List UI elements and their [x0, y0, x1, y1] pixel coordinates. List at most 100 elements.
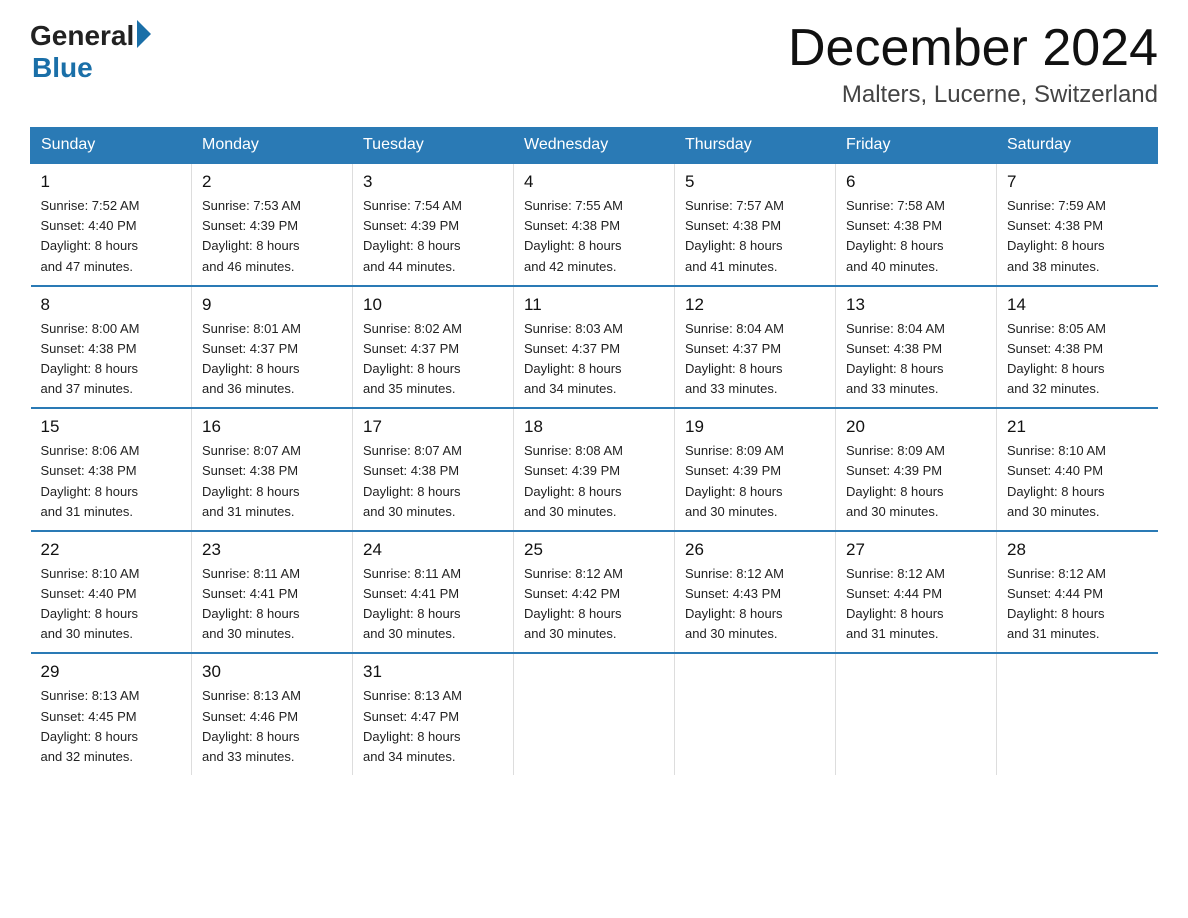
cell-w4-d2: 23 Sunrise: 8:11 AMSunset: 4:41 PMDayligh…: [192, 531, 353, 654]
cell-w2-d2: 9 Sunrise: 8:01 AMSunset: 4:37 PMDaylight…: [192, 286, 353, 409]
cell-w5-d7: [997, 653, 1158, 775]
calendar-table: SundayMondayTuesdayWednesdayThursdayFrid…: [30, 127, 1158, 775]
cell-w2-d4: 11 Sunrise: 8:03 AMSunset: 4:37 PMDayligh…: [514, 286, 675, 409]
header-saturday: Saturday: [997, 128, 1158, 164]
day-number: 30: [202, 662, 342, 682]
day-number: 28: [1007, 540, 1148, 560]
cell-w3-d7: 21 Sunrise: 8:10 AMSunset: 4:40 PMDayligh…: [997, 408, 1158, 531]
cell-w3-d2: 16Sunrise: 8:07 AMSunset: 4:38 PMDayligh…: [192, 408, 353, 531]
day-info: Sunrise: 8:11 AMSunset: 4:41 PMDaylight:…: [202, 564, 342, 645]
day-info: Sunrise: 8:10 AMSunset: 4:40 PMDaylight:…: [41, 564, 182, 645]
day-number: 11: [524, 295, 664, 315]
week-row-4: 22 Sunrise: 8:10 AMSunset: 4:40 PMDayligh…: [31, 531, 1158, 654]
location-title: Malters, Lucerne, Switzerland: [788, 81, 1158, 109]
cell-w4-d6: 27Sunrise: 8:12 AMSunset: 4:44 PMDayligh…: [836, 531, 997, 654]
day-info: Sunrise: 7:57 AMSunset: 4:38 PMDaylight:…: [685, 196, 825, 277]
logo: General Blue: [30, 20, 151, 84]
day-number: 8: [41, 295, 182, 315]
day-number: 19: [685, 417, 825, 437]
title-block: December 2024 Malters, Lucerne, Switzerl…: [788, 20, 1158, 109]
month-title: December 2024: [788, 20, 1158, 77]
day-number: 27: [846, 540, 986, 560]
cell-w2-d7: 14 Sunrise: 8:05 AMSunset: 4:38 PMDayligh…: [997, 286, 1158, 409]
day-info: Sunrise: 8:01 AMSunset: 4:37 PMDaylight:…: [202, 319, 342, 400]
cell-w1-d2: 2 Sunrise: 7:53 AMSunset: 4:39 PMDaylight…: [192, 163, 353, 286]
cell-w1-d3: 3 Sunrise: 7:54 AMSunset: 4:39 PMDaylight…: [353, 163, 514, 286]
day-number: 2: [202, 172, 342, 192]
cell-w2-d3: 10Sunrise: 8:02 AMSunset: 4:37 PMDayligh…: [353, 286, 514, 409]
header-sunday: Sunday: [31, 128, 192, 164]
cell-w5-d6: [836, 653, 997, 775]
cell-w3-d3: 17Sunrise: 8:07 AMSunset: 4:38 PMDayligh…: [353, 408, 514, 531]
day-number: 18: [524, 417, 664, 437]
day-info: Sunrise: 8:09 AMSunset: 4:39 PMDaylight:…: [685, 441, 825, 522]
day-number: 12: [685, 295, 825, 315]
cell-w5-d1: 29Sunrise: 8:13 AMSunset: 4:45 PMDayligh…: [31, 653, 192, 775]
day-number: 9: [202, 295, 342, 315]
header-tuesday: Tuesday: [353, 128, 514, 164]
cell-w5-d2: 30 Sunrise: 8:13 AMSunset: 4:46 PMDayligh…: [192, 653, 353, 775]
day-info: Sunrise: 8:12 AMSunset: 4:42 PMDaylight:…: [524, 564, 664, 645]
calendar-header-row: SundayMondayTuesdayWednesdayThursdayFrid…: [31, 128, 1158, 164]
logo-blue-text: Blue: [32, 52, 93, 84]
day-info: Sunrise: 8:03 AMSunset: 4:37 PMDaylight:…: [524, 319, 664, 400]
day-number: 4: [524, 172, 664, 192]
day-number: 6: [846, 172, 986, 192]
cell-w3-d1: 15Sunrise: 8:06 AMSunset: 4:38 PMDayligh…: [31, 408, 192, 531]
logo-general-text: General: [30, 20, 134, 52]
cell-w1-d1: 1 Sunrise: 7:52 AMSunset: 4:40 PMDaylight…: [31, 163, 192, 286]
day-info: Sunrise: 7:58 AMSunset: 4:38 PMDaylight:…: [846, 196, 986, 277]
day-info: Sunrise: 7:59 AMSunset: 4:38 PMDaylight:…: [1007, 196, 1148, 277]
week-row-5: 29Sunrise: 8:13 AMSunset: 4:45 PMDayligh…: [31, 653, 1158, 775]
day-info: Sunrise: 7:55 AMSunset: 4:38 PMDaylight:…: [524, 196, 664, 277]
day-info: Sunrise: 8:10 AMSunset: 4:40 PMDaylight:…: [1007, 441, 1148, 522]
day-info: Sunrise: 8:09 AMSunset: 4:39 PMDaylight:…: [846, 441, 986, 522]
day-number: 14: [1007, 295, 1148, 315]
day-number: 29: [41, 662, 182, 682]
day-number: 10: [363, 295, 503, 315]
day-number: 25: [524, 540, 664, 560]
day-number: 22: [41, 540, 182, 560]
day-info: Sunrise: 8:08 AMSunset: 4:39 PMDaylight:…: [524, 441, 664, 522]
day-number: 15: [41, 417, 182, 437]
day-number: 1: [41, 172, 182, 192]
day-info: Sunrise: 7:53 AMSunset: 4:39 PMDaylight:…: [202, 196, 342, 277]
cell-w3-d6: 20 Sunrise: 8:09 AMSunset: 4:39 PMDayligh…: [836, 408, 997, 531]
day-number: 13: [846, 295, 986, 315]
cell-w4-d7: 28 Sunrise: 8:12 AMSunset: 4:44 PMDayligh…: [997, 531, 1158, 654]
day-number: 5: [685, 172, 825, 192]
header-monday: Monday: [192, 128, 353, 164]
cell-w5-d5: [675, 653, 836, 775]
day-info: Sunrise: 8:13 AMSunset: 4:46 PMDaylight:…: [202, 686, 342, 767]
day-info: Sunrise: 8:13 AMSunset: 4:47 PMDaylight:…: [363, 686, 503, 767]
day-number: 7: [1007, 172, 1148, 192]
day-number: 20: [846, 417, 986, 437]
day-info: Sunrise: 8:04 AMSunset: 4:38 PMDaylight:…: [846, 319, 986, 400]
cell-w2-d5: 12Sunrise: 8:04 AMSunset: 4:37 PMDayligh…: [675, 286, 836, 409]
day-number: 26: [685, 540, 825, 560]
cell-w4-d4: 25 Sunrise: 8:12 AMSunset: 4:42 PMDayligh…: [514, 531, 675, 654]
day-number: 3: [363, 172, 503, 192]
cell-w4-d5: 26 Sunrise: 8:12 AMSunset: 4:43 PMDayligh…: [675, 531, 836, 654]
day-number: 21: [1007, 417, 1148, 437]
header-thursday: Thursday: [675, 128, 836, 164]
day-number: 31: [363, 662, 503, 682]
header-wednesday: Wednesday: [514, 128, 675, 164]
day-info: Sunrise: 8:12 AMSunset: 4:44 PMDaylight:…: [1007, 564, 1148, 645]
day-info: Sunrise: 8:12 AMSunset: 4:43 PMDaylight:…: [685, 564, 825, 645]
day-info: Sunrise: 8:05 AMSunset: 4:38 PMDaylight:…: [1007, 319, 1148, 400]
day-info: Sunrise: 7:52 AMSunset: 4:40 PMDaylight:…: [41, 196, 182, 277]
cell-w3-d5: 19 Sunrise: 8:09 AMSunset: 4:39 PMDayligh…: [675, 408, 836, 531]
cell-w1-d7: 7 Sunrise: 7:59 AMSunset: 4:38 PMDaylight…: [997, 163, 1158, 286]
day-info: Sunrise: 8:11 AMSunset: 4:41 PMDaylight:…: [363, 564, 503, 645]
cell-w3-d4: 18 Sunrise: 8:08 AMSunset: 4:39 PMDayligh…: [514, 408, 675, 531]
day-info: Sunrise: 8:07 AMSunset: 4:38 PMDaylight:…: [363, 441, 503, 522]
day-info: Sunrise: 8:00 AMSunset: 4:38 PMDaylight:…: [41, 319, 182, 400]
cell-w5-d3: 31 Sunrise: 8:13 AMSunset: 4:47 PMDayligh…: [353, 653, 514, 775]
cell-w5-d4: [514, 653, 675, 775]
day-number: 23: [202, 540, 342, 560]
page-header: General Blue December 2024 Malters, Luce…: [30, 20, 1158, 109]
header-friday: Friday: [836, 128, 997, 164]
day-number: 24: [363, 540, 503, 560]
day-info: Sunrise: 7:54 AMSunset: 4:39 PMDaylight:…: [363, 196, 503, 277]
